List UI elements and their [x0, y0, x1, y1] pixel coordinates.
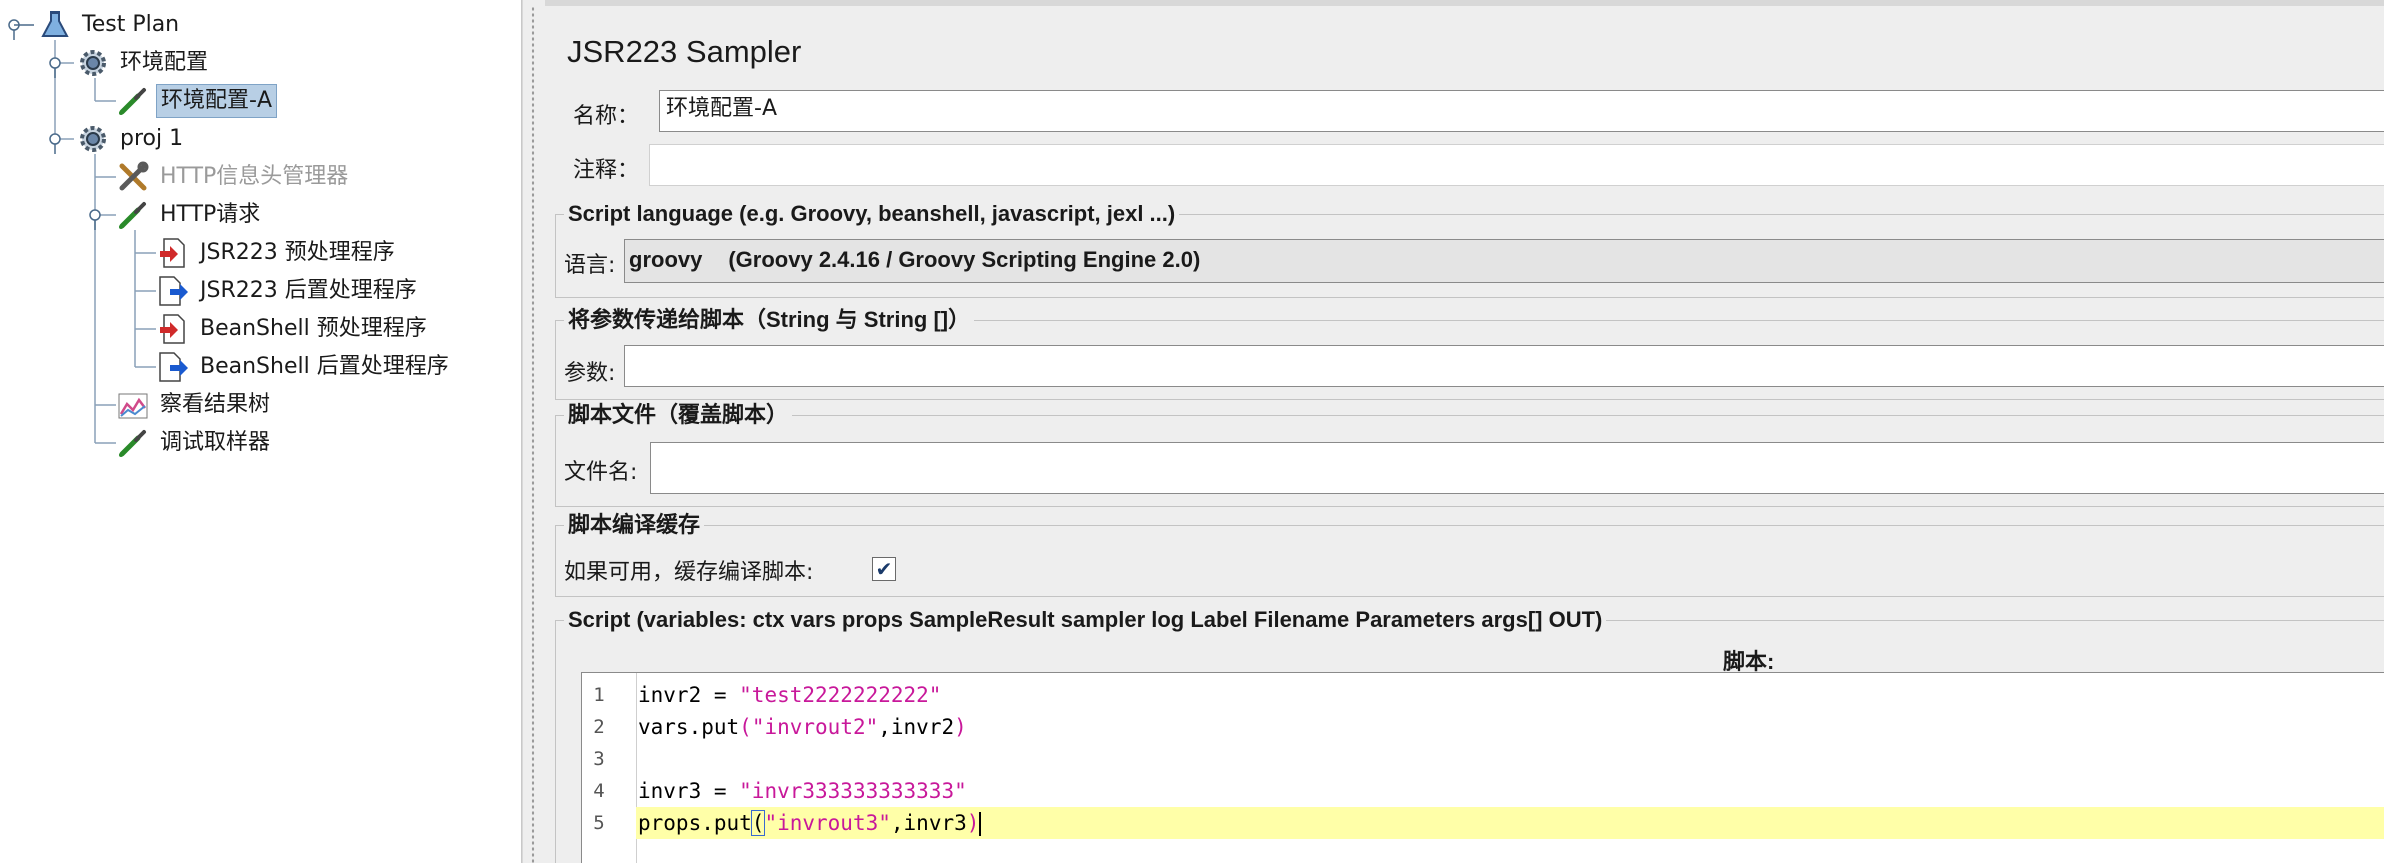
- code-token: ,invr3: [890, 811, 967, 835]
- code-paren: (: [739, 715, 752, 739]
- gear-icon: [76, 122, 110, 156]
- tree-node-label: 调试取样器: [160, 430, 271, 455]
- name-field[interactable]: 环境配置-A: [659, 90, 2384, 132]
- language-description: (Groovy 2.4.16 / Groovy Scripting Engine…: [728, 247, 1201, 272]
- tree-node-test-plan[interactable]: Test Plan: [38, 8, 183, 42]
- matched-paren: (: [750, 810, 766, 836]
- language-select[interactable]: groovy (Groovy 2.4.16 / Groovy Scripting …: [624, 239, 2384, 283]
- pipette-icon: [116, 198, 150, 232]
- tree-node-beanshell-post[interactable]: BeanShell 后置处理程序: [156, 350, 453, 384]
- splitter-grip: [531, 6, 535, 863]
- tree-node-proj1[interactable]: proj 1: [76, 122, 187, 156]
- line-number: 5: [593, 812, 605, 834]
- line-number-gutter: 1 2 3 4 5: [582, 673, 637, 863]
- string-literal: "invrout3": [764, 811, 891, 835]
- tree-node-jsr223-pre[interactable]: JSR223 预处理程序: [156, 236, 399, 270]
- tree-node-label: 环境配置-A: [156, 84, 277, 118]
- line-number: 2: [593, 716, 605, 738]
- script-file-group: 脚本文件（覆盖脚本） 文件名:: [555, 402, 2384, 507]
- tree-node-debug-sampler[interactable]: 调试取样器: [116, 426, 274, 460]
- tree-node-http-request[interactable]: HTTP请求: [116, 198, 264, 232]
- code-line: invr3 = "invr333333333333": [636, 775, 2384, 807]
- tree-node-view-results-tree[interactable]: 察看结果树: [116, 388, 274, 422]
- post-processor-icon: [156, 350, 190, 384]
- group-title: 脚本文件（覆盖脚本）: [564, 402, 793, 428]
- pre-processor-icon: [156, 236, 190, 270]
- string-literal: "invrout2": [751, 715, 879, 739]
- tree-node-http-header-manager[interactable]: HTTP信息头管理器: [116, 160, 352, 194]
- gear-icon: [76, 46, 110, 80]
- tree-node-label: BeanShell 后置处理程序: [200, 354, 449, 379]
- tree-node-label: proj 1: [120, 126, 184, 151]
- code-token: props.put: [638, 811, 752, 835]
- cache-label: 如果可用，缓存编译脚本:: [564, 560, 814, 585]
- group-title: 将参数传递给脚本（String 与 String []）: [564, 307, 975, 333]
- comment-label: 注释：: [573, 158, 640, 183]
- code-line: invr2 = "test2222222222": [636, 679, 2384, 711]
- text-caret: [979, 812, 982, 836]
- script-params-group: 将参数传递给脚本（String 与 String []） 参数:: [555, 307, 2384, 400]
- code-token: invr3 =: [638, 779, 740, 803]
- tree-node-env-config-a[interactable]: 环境配置-A: [116, 84, 277, 118]
- name-label: 名称：: [573, 104, 640, 129]
- line-number: 4: [593, 780, 605, 802]
- tree-node-beanshell-pre[interactable]: BeanShell 预处理程序: [156, 312, 431, 346]
- tree-node-label: BeanShell 预处理程序: [200, 316, 427, 341]
- tree-node-label: 环境配置: [120, 50, 209, 75]
- params-field[interactable]: [624, 345, 2384, 387]
- language-label: 语言:: [564, 253, 616, 278]
- tree-node-label: HTTP信息头管理器: [160, 164, 349, 189]
- tree-node-label: Test Plan: [82, 12, 180, 37]
- tree-node-label: JSR223 预处理程序: [200, 240, 395, 265]
- code-paren: ): [954, 715, 967, 739]
- string-literal: "test2222222222": [739, 683, 942, 707]
- line-number: 3: [593, 748, 605, 770]
- tree-node-label: JSR223 后置处理程序: [200, 278, 417, 303]
- current-code-line: props.put("invrout3",invr3): [636, 807, 2384, 839]
- page-title: JSR223 Sampler: [567, 34, 802, 69]
- test-plan-tree[interactable]: Test Plan 环境配置 环境配置-A proj 1 HTTP信息头管理器 …: [0, 0, 522, 863]
- line-number: 1: [593, 684, 605, 706]
- script-language-group: Script language (e.g. Groovy, beanshell,…: [555, 201, 2384, 298]
- code-token: ,invr2: [878, 715, 955, 739]
- comment-field[interactable]: [649, 144, 2384, 186]
- group-title: 脚本编译缓存: [564, 512, 705, 538]
- cache-checkbox[interactable]: ✔: [872, 557, 896, 581]
- post-processor-icon: [156, 274, 190, 308]
- pipette-icon: [116, 84, 150, 118]
- params-label: 参数:: [564, 361, 616, 386]
- code-line: vars.put("invrout2",invr2): [636, 711, 2384, 743]
- filename-field[interactable]: [650, 442, 2384, 494]
- compile-cache-group: 脚本编译缓存 如果可用，缓存编译脚本: ✔: [555, 512, 2384, 597]
- sampler-config-panel: JSR223 Sampler 名称： 环境配置-A 注释： Script lan…: [545, 0, 2384, 863]
- code-token: invr2 =: [638, 683, 740, 707]
- script-editor[interactable]: 1 2 3 4 5 invr2 = "test2222222222" vars.…: [581, 672, 2384, 863]
- code-token: vars.put: [638, 715, 740, 739]
- tree-node-env-config[interactable]: 环境配置: [76, 46, 212, 80]
- filename-label: 文件名:: [564, 460, 638, 485]
- pipette-icon: [116, 426, 150, 460]
- group-title: Script language (e.g. Groovy, beanshell,…: [564, 201, 1180, 227]
- graph-icon: [116, 388, 150, 422]
- code-paren: ): [966, 811, 980, 835]
- tree-node-label: HTTP请求: [160, 202, 261, 227]
- tools-icon: [116, 160, 150, 194]
- pre-processor-icon: [156, 312, 190, 346]
- tree-node-label: 察看结果树: [160, 392, 271, 417]
- string-literal: "invr333333333333": [739, 779, 967, 803]
- language-selected: groovy: [629, 247, 703, 272]
- pane-splitter[interactable]: [522, 0, 546, 863]
- group-title: Script (variables: ctx vars props Sample…: [564, 607, 1607, 633]
- flask-icon: [38, 8, 72, 42]
- tree-node-jsr223-post[interactable]: JSR223 后置处理程序: [156, 274, 421, 308]
